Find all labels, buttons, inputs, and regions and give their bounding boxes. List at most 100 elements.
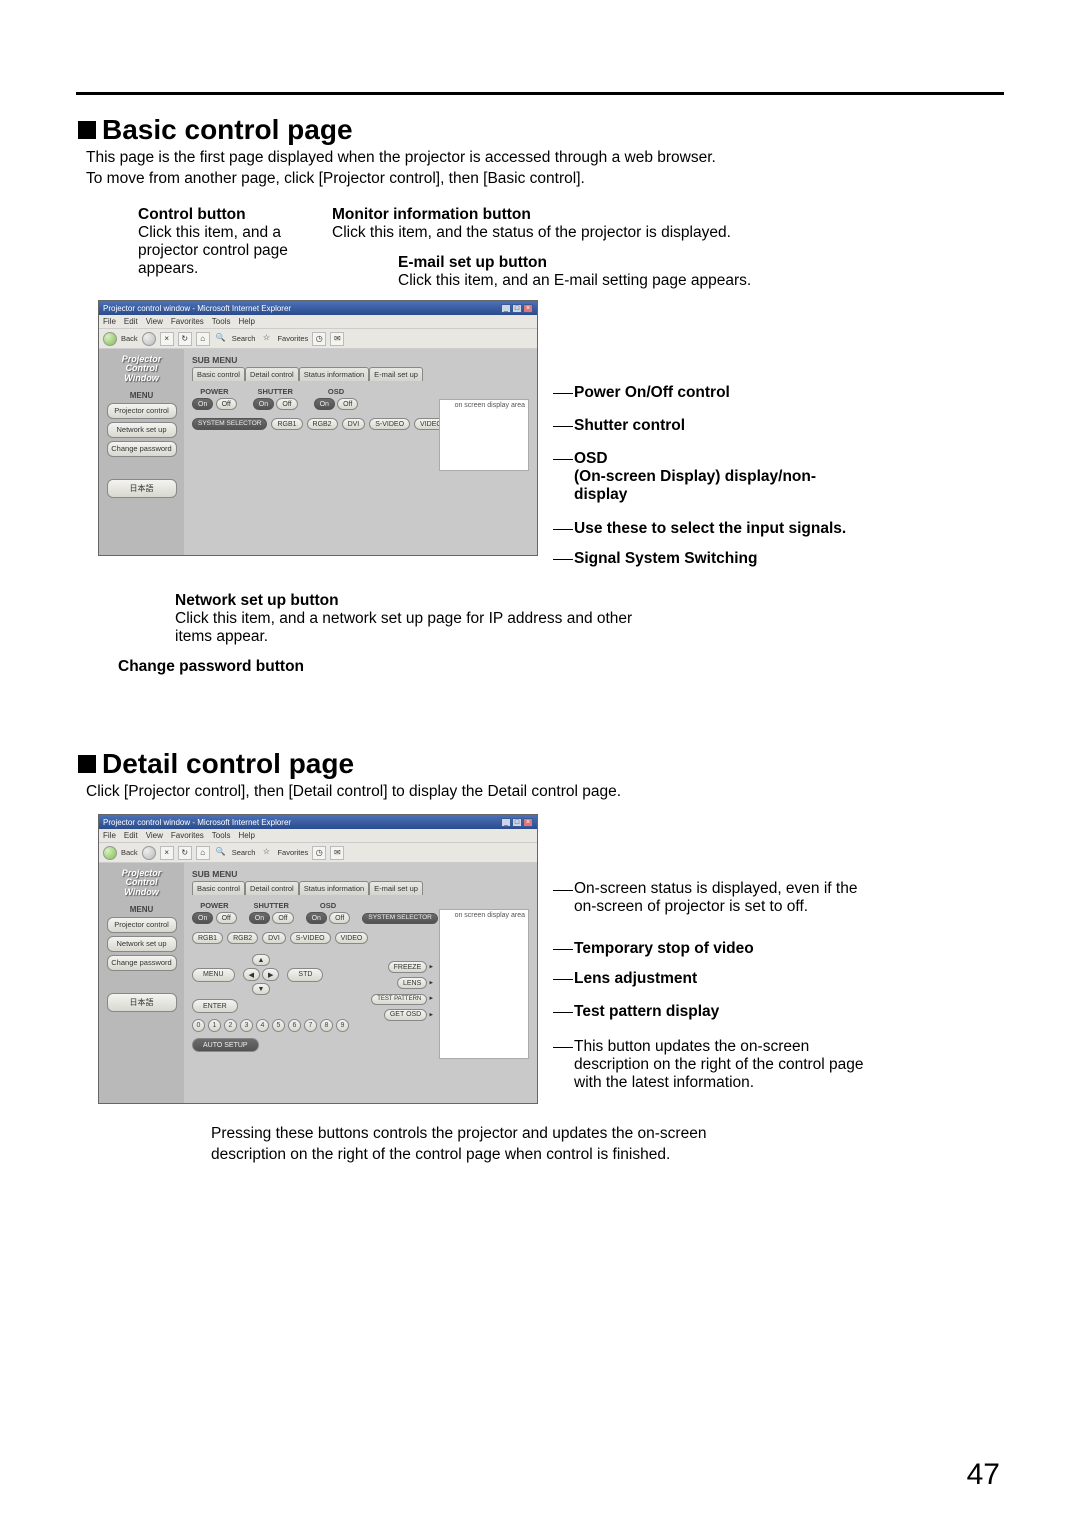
stop-icon[interactable]: × (160, 332, 174, 346)
tab-basic-control[interactable]: Basic control (192, 367, 245, 381)
auto-setup-button[interactable]: AUTO SETUP (192, 1038, 259, 1052)
num-4[interactable]: 4 (256, 1019, 269, 1032)
forward-icon[interactable] (142, 332, 156, 346)
favorites-label[interactable]: Favorites (277, 848, 308, 857)
num-6[interactable]: 6 (288, 1019, 301, 1032)
back-icon[interactable] (103, 846, 117, 860)
forward-icon[interactable] (142, 846, 156, 860)
minimize-icon[interactable]: _ (501, 818, 511, 827)
home-icon[interactable]: ⌂ (196, 846, 210, 860)
num-0[interactable]: 0 (192, 1019, 205, 1032)
back-label[interactable]: Back (121, 848, 138, 857)
test-pattern-button[interactable]: TEST PATTERN (371, 994, 427, 1005)
num-9[interactable]: 9 (336, 1019, 349, 1032)
arrow-down-icon[interactable]: ▼ (252, 983, 271, 995)
history-icon[interactable]: ◷ (312, 846, 326, 860)
num-7[interactable]: 7 (304, 1019, 317, 1032)
input-rgb1[interactable]: RGB1 (192, 932, 223, 944)
back-label[interactable]: Back (121, 334, 138, 343)
sidebar-network-setup[interactable]: Network set up (107, 422, 177, 438)
menu-edit[interactable]: Edit (124, 831, 138, 840)
input-svideo[interactable]: S-VIDEO (290, 932, 331, 944)
minimize-icon[interactable]: _ (501, 304, 511, 313)
shutter-on-button[interactable]: On (249, 912, 270, 924)
osd-off-button[interactable]: Off (337, 398, 358, 410)
favorites-icon[interactable]: ☆ (259, 332, 273, 346)
language-button[interactable]: 日本語 (107, 479, 177, 498)
osd-on-button[interactable]: On (314, 398, 335, 410)
get-osd-button[interactable]: GET OSD (384, 1009, 427, 1021)
tab-email-setup[interactable]: E-mail set up (369, 367, 423, 381)
search-label[interactable]: Search (232, 334, 256, 343)
power-on-button[interactable]: On (192, 912, 213, 924)
power-off-button[interactable]: Off (216, 398, 237, 410)
lens-button[interactable]: LENS (397, 977, 427, 989)
menu-button[interactable]: MENU (192, 968, 235, 982)
enter-button[interactable]: ENTER (192, 999, 238, 1013)
num-2[interactable]: 2 (224, 1019, 237, 1032)
maximize-icon[interactable]: □ (512, 818, 522, 827)
input-rgb1[interactable]: RGB1 (271, 418, 302, 430)
menu-tools[interactable]: Tools (212, 831, 231, 840)
menu-help[interactable]: Help (238, 831, 254, 840)
shutter-on-button[interactable]: On (253, 398, 274, 410)
tab-status-information[interactable]: Status information (299, 367, 369, 381)
input-svideo[interactable]: S-VIDEO (369, 418, 410, 430)
arrow-right-icon[interactable]: ▶ (262, 968, 279, 981)
refresh-icon[interactable]: ↻ (178, 332, 192, 346)
language-button[interactable]: 日本語 (107, 993, 177, 1012)
menu-help[interactable]: Help (238, 317, 254, 326)
maximize-icon[interactable]: □ (512, 304, 522, 313)
search-icon[interactable]: 🔍 (214, 332, 228, 346)
menu-tools[interactable]: Tools (212, 317, 231, 326)
system-selector-button[interactable]: SYSTEM SELECTOR (192, 418, 267, 430)
close-icon[interactable]: × (523, 304, 533, 313)
sidebar-network-setup[interactable]: Network set up (107, 936, 177, 952)
input-video[interactable]: VIDEO (335, 932, 369, 944)
sidebar-change-password[interactable]: Change password (107, 955, 177, 971)
tab-email-setup[interactable]: E-mail set up (369, 881, 423, 895)
shutter-off-button[interactable]: Off (276, 398, 297, 410)
stop-icon[interactable]: × (160, 846, 174, 860)
power-on-button[interactable]: On (192, 398, 213, 410)
menu-view[interactable]: View (146, 831, 163, 840)
close-icon[interactable]: × (523, 818, 533, 827)
search-icon[interactable]: 🔍 (214, 846, 228, 860)
input-dvi[interactable]: DVI (342, 418, 366, 430)
system-selector-button[interactable]: SYSTEM SELECTOR (362, 913, 437, 925)
favorites-label[interactable]: Favorites (277, 334, 308, 343)
tab-status-information[interactable]: Status information (299, 881, 369, 895)
mail-icon[interactable]: ✉ (330, 332, 344, 346)
home-icon[interactable]: ⌂ (196, 332, 210, 346)
menu-edit[interactable]: Edit (124, 317, 138, 326)
history-icon[interactable]: ◷ (312, 332, 326, 346)
tab-basic-control[interactable]: Basic control (192, 881, 245, 895)
menu-favorites[interactable]: Favorites (171, 831, 204, 840)
refresh-icon[interactable]: ↻ (178, 846, 192, 860)
power-off-button[interactable]: Off (216, 912, 237, 924)
tab-detail-control[interactable]: Detail control (245, 367, 299, 381)
back-icon[interactable] (103, 332, 117, 346)
shutter-off-button[interactable]: Off (272, 912, 293, 924)
input-dvi[interactable]: DVI (262, 932, 286, 944)
menu-file[interactable]: File (103, 317, 116, 326)
num-8[interactable]: 8 (320, 1019, 333, 1032)
freeze-button[interactable]: FREEZE (388, 961, 428, 973)
sidebar-projector-control[interactable]: Projector control (107, 917, 177, 933)
osd-on-button[interactable]: On (306, 912, 327, 924)
num-3[interactable]: 3 (240, 1019, 253, 1032)
sidebar-projector-control[interactable]: Projector control (107, 403, 177, 419)
search-label[interactable]: Search (232, 848, 256, 857)
input-rgb2[interactable]: RGB2 (307, 418, 338, 430)
menu-view[interactable]: View (146, 317, 163, 326)
num-1[interactable]: 1 (208, 1019, 221, 1032)
tab-detail-control[interactable]: Detail control (245, 881, 299, 895)
menu-favorites[interactable]: Favorites (171, 317, 204, 326)
std-button[interactable]: STD (287, 968, 323, 982)
num-5[interactable]: 5 (272, 1019, 285, 1032)
arrow-up-icon[interactable]: ▲ (252, 954, 271, 966)
input-rgb2[interactable]: RGB2 (227, 932, 258, 944)
arrow-left-icon[interactable]: ◀ (243, 968, 260, 981)
mail-icon[interactable]: ✉ (330, 846, 344, 860)
favorites-icon[interactable]: ☆ (259, 846, 273, 860)
